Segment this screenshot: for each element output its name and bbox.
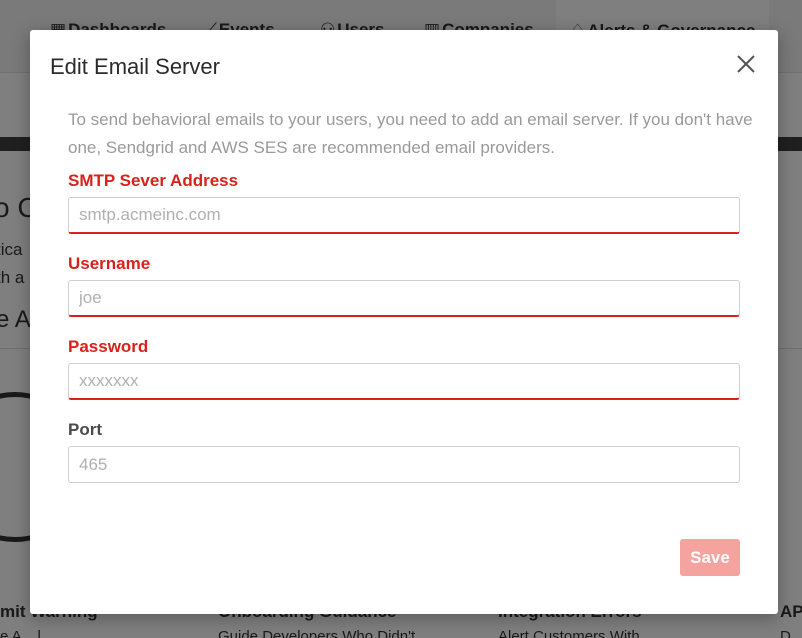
close-button[interactable] [731, 49, 761, 79]
smtp-address-label: SMTP Sever Address [68, 171, 239, 190]
port-label: Port [68, 420, 102, 439]
dialog-description: To send behavioral emails to your users,… [68, 110, 753, 157]
close-icon [737, 55, 755, 73]
username-input[interactable] [68, 280, 740, 317]
port-input[interactable] [68, 446, 740, 483]
password-label: Password [68, 337, 149, 356]
smtp-address-input[interactable] [68, 197, 740, 234]
edit-email-server-dialog: Edit Email Server To send behavioral ema… [30, 30, 778, 614]
dialog-title: Edit Email Server [50, 54, 220, 79]
username-label: Username [68, 254, 151, 273]
save-button[interactable]: Save [680, 539, 740, 576]
password-input[interactable] [68, 363, 740, 400]
